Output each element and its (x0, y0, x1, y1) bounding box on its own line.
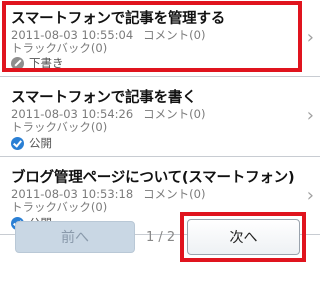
entry-title: スマートフォンで記事を管理する (11, 11, 226, 27)
entry-datetime: 2011-08-03 10:53:18 (11, 187, 134, 201)
entry-comments: コメント(0) (143, 28, 206, 42)
entry-trackbacks: トラックバック(0) (11, 200, 108, 214)
chevron-right-icon: › (306, 27, 314, 48)
entry-title: ブログ管理ページについて(スマートフォン) (11, 170, 295, 186)
entry-trackbacks: トラックバック(0) (11, 41, 108, 55)
entry-meta: 2011-08-03 10:53:18 コメント(0) (11, 187, 205, 201)
entry-meta: 2011-08-03 10:54:26 コメント(0) (11, 107, 205, 121)
entry-status-label: 公開 (29, 136, 52, 150)
entry-trackbacks: トラックバック(0) (11, 120, 108, 134)
entry-status: 公開 (11, 136, 52, 150)
page-indicator: 1 / 2 (146, 230, 176, 245)
prev-page-button[interactable]: 前へ (15, 221, 135, 253)
chevron-right-icon: › (306, 185, 314, 206)
entry-datetime: 2011-08-03 10:54:26 (11, 107, 134, 121)
entry-datetime: 2011-08-03 10:55:04 (11, 28, 134, 42)
entry-status-label: 下書き (29, 56, 64, 70)
next-page-button[interactable]: 次へ (187, 219, 300, 255)
entry-comments: コメント(0) (143, 107, 206, 121)
entry-status: 下書き (11, 56, 64, 70)
entry-item[interactable]: スマートフォンで記事を管理する 2011-08-03 10:55:04 コメント(… (0, 0, 320, 76)
chevron-right-icon: › (306, 105, 314, 126)
pagination-bar: 前へ 1 / 2 次へ (0, 219, 320, 289)
entry-meta: 2011-08-03 10:55:04 コメント(0) (11, 28, 205, 42)
entry-comments: コメント(0) (143, 187, 206, 201)
entry-item[interactable]: スマートフォンで記事を書く 2011-08-03 10:54:26 コメント(0)… (0, 77, 320, 156)
published-check-icon (11, 136, 24, 150)
entry-title: スマートフォンで記事を書く (11, 90, 197, 106)
draft-icon (11, 56, 24, 70)
